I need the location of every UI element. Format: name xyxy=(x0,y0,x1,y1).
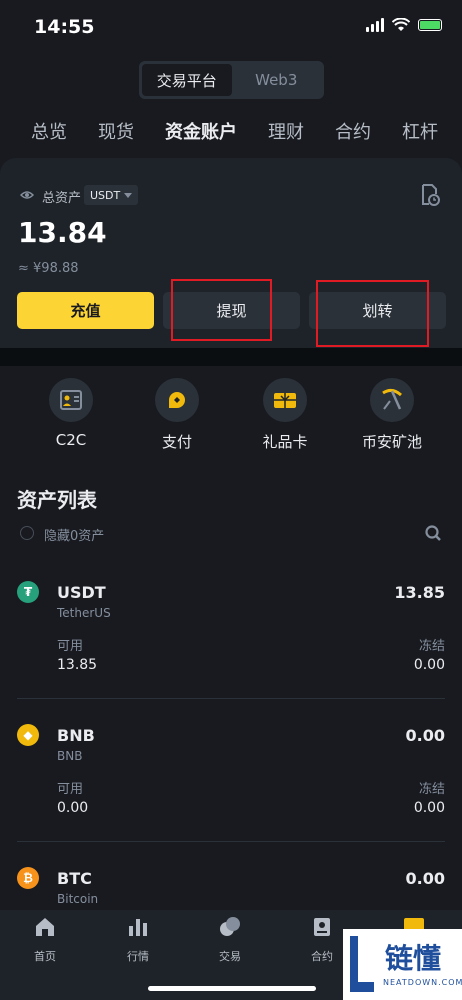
available-label: 可用 xyxy=(57,639,84,654)
frozen-label: 冻结 xyxy=(418,639,445,654)
row-divider xyxy=(17,841,445,842)
coin-balance: 0.00 xyxy=(405,726,445,745)
wifi-icon xyxy=(392,18,410,31)
tab-earn[interactable]: 理财 xyxy=(268,118,304,158)
watermark-sub: NEATDOWN.COM xyxy=(383,978,462,987)
coin-symbol[interactable]: BTC xyxy=(57,869,92,888)
section-divider xyxy=(0,348,462,366)
available-value: 0.00 xyxy=(57,800,89,816)
bnb-coin-icon: ◆ xyxy=(17,724,39,746)
tab-overview[interactable]: 总览 xyxy=(31,118,67,158)
quick-pool[interactable]: 币安矿池 xyxy=(352,378,432,452)
caret-down-icon xyxy=(124,192,133,198)
currency-selector[interactable]: USDT xyxy=(84,185,139,205)
search-icon[interactable] xyxy=(424,524,442,542)
nav-markets[interactable]: 行情 xyxy=(108,916,168,964)
frozen-value: 0.00 xyxy=(413,800,445,816)
gift-card-icon xyxy=(263,378,307,422)
watermark-text: 链懂 xyxy=(385,942,442,975)
c2c-people-icon xyxy=(49,378,93,422)
status-icons xyxy=(366,18,442,32)
total-assets-value: 13.84 xyxy=(18,216,107,249)
account-tabs: 总览 现货 资金账户 理财 合约 杠杆 跟 xyxy=(0,118,462,158)
tab-futures[interactable]: 合约 xyxy=(335,118,371,158)
usdt-coin-icon: ₮ xyxy=(17,581,39,603)
available-value: 13.85 xyxy=(57,657,98,673)
coin-balance: 0.00 xyxy=(405,869,445,888)
platform-exchange[interactable]: 交易平台 xyxy=(142,64,232,96)
quick-label: 币安矿池 xyxy=(361,433,422,451)
quick-label: C2C xyxy=(55,431,87,449)
quick-label: 支付 xyxy=(161,433,192,451)
asset-list-title: 资产列表 xyxy=(17,488,97,512)
history-record-icon[interactable] xyxy=(420,184,440,206)
frozen-value: 0.00 xyxy=(413,657,445,673)
status-time: 14:55 xyxy=(34,16,95,38)
tab-margin[interactable]: 杠杆 xyxy=(402,118,438,158)
pickaxe-icon xyxy=(370,378,414,422)
trade-coins-icon xyxy=(220,917,240,936)
highlight-box-withdraw xyxy=(171,279,272,341)
nav-home[interactable]: 首页 xyxy=(15,916,75,964)
coin-balance: 13.85 xyxy=(394,583,445,602)
watermark-logo-icon xyxy=(350,936,374,992)
quick-pay[interactable]: 支付 xyxy=(137,378,217,452)
signal-icon xyxy=(366,18,384,32)
btc-coin-icon: ₿ xyxy=(17,867,39,889)
coin-symbol[interactable]: BNB xyxy=(57,726,95,745)
available-label: 可用 xyxy=(57,782,84,797)
total-assets-label: 总资产 xyxy=(42,191,82,206)
tab-spot[interactable]: 现货 xyxy=(98,118,134,158)
home-icon xyxy=(36,918,54,936)
nav-label: 交易 xyxy=(219,950,241,963)
home-indicator xyxy=(148,986,316,991)
quick-label: 礼品卡 xyxy=(262,433,308,451)
row-divider xyxy=(17,698,445,699)
platform-switch[interactable]: 交易平台 Web3 xyxy=(139,61,324,99)
nav-label: 首页 xyxy=(34,950,56,963)
coin-name: TetherUS xyxy=(57,606,111,620)
total-assets-cny: ≈ ¥98.88 xyxy=(18,261,79,276)
hide-zero-label[interactable]: 隐藏0资产 xyxy=(44,525,104,544)
platform-web3[interactable]: Web3 xyxy=(232,64,322,96)
battery-icon xyxy=(418,19,442,31)
coin-name: Bitcoin xyxy=(57,892,99,906)
coin-symbol[interactable]: USDT xyxy=(57,583,106,602)
currency-label: USDT xyxy=(90,188,121,202)
frozen-label: 冻结 xyxy=(418,782,445,797)
markets-bar-icon xyxy=(129,919,147,936)
nav-trade[interactable]: 交易 xyxy=(200,916,260,964)
eye-icon[interactable] xyxy=(20,188,34,202)
futures-icon xyxy=(314,918,330,936)
hide-zero-checkbox[interactable] xyxy=(20,526,34,540)
quick-gift-card[interactable]: 礼品卡 xyxy=(245,378,325,452)
deposit-button[interactable]: 充值 xyxy=(17,292,154,329)
tab-funding[interactable]: 资金账户 xyxy=(165,118,237,158)
pay-icon xyxy=(155,378,199,422)
coin-name: BNB xyxy=(57,749,83,763)
nav-label: 行情 xyxy=(127,950,149,963)
quick-c2c[interactable]: C2C xyxy=(31,378,111,449)
highlight-box-transfer xyxy=(316,280,429,347)
